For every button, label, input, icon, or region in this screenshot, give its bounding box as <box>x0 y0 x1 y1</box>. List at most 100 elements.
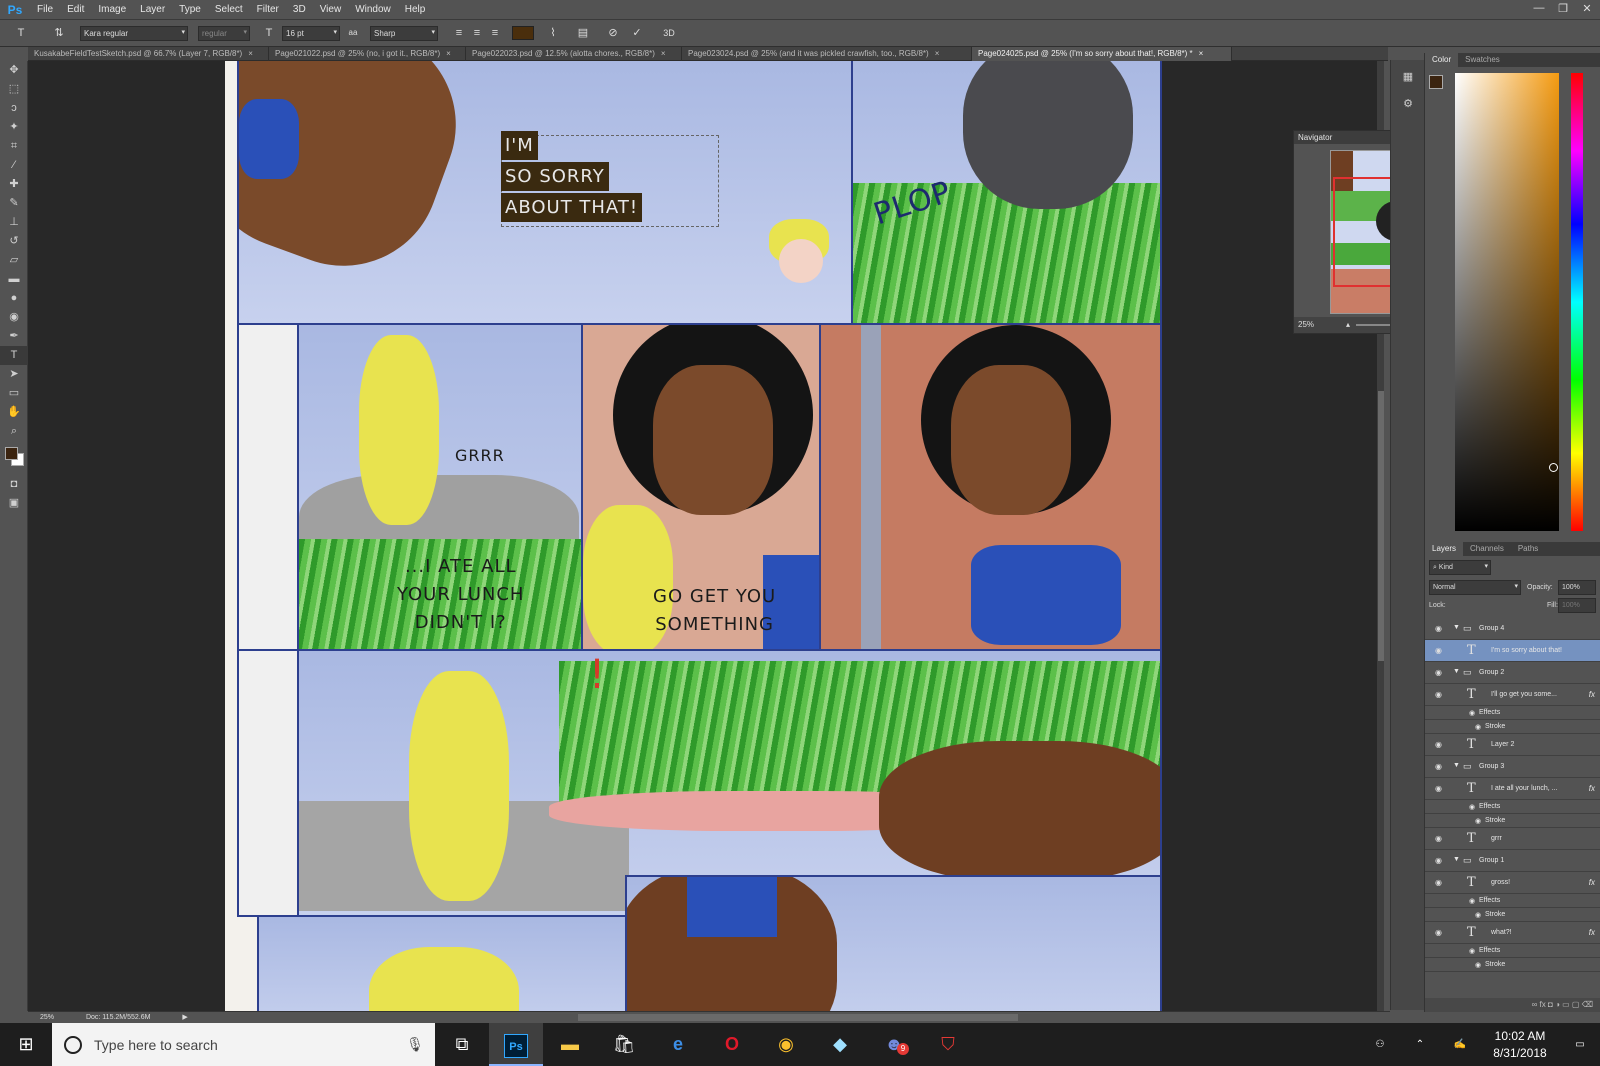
tab-document[interactable]: Page022023.psd @ 12.5% (alotta chores., … <box>466 47 682 61</box>
zoom-out-icon[interactable]: ▴ <box>1346 317 1350 333</box>
eyedropper-icon[interactable]: ⁄ <box>0 156 28 175</box>
opera-icon[interactable]: O <box>705 1023 759 1066</box>
microphone-icon[interactable]: 🎙 <box>395 1036 435 1053</box>
menu-layer[interactable]: Layer <box>133 4 172 15</box>
discord-icon[interactable]: ☻ 9 <box>867 1023 921 1066</box>
warp-text-icon[interactable]: ⌇ <box>546 26 560 40</box>
pen-icon[interactable]: ✒ <box>0 327 28 346</box>
font-size-select[interactable]: 16 pt ▾ <box>282 26 340 41</box>
task-view-icon[interactable]: ⧉ <box>435 1023 489 1066</box>
menu-window[interactable]: Window <box>348 4 398 15</box>
sorry-text[interactable]: I'M SO SORRY ABOUT THAT! <box>501 131 643 224</box>
menu-image[interactable]: Image <box>91 4 133 15</box>
dodge-icon[interactable]: ◉ <box>0 308 28 327</box>
layer-row[interactable]: ◉ T I'll go get you some... fx <box>1425 684 1600 706</box>
menu-filter[interactable]: Filter <box>250 4 286 15</box>
foreground-color-swatch[interactable] <box>1429 75 1443 89</box>
hand-icon[interactable]: ✋ <box>0 403 28 422</box>
layer-filter-select[interactable]: ⌕ Kind ▾ <box>1429 560 1491 575</box>
menu-view[interactable]: View <box>313 4 349 15</box>
healing-icon[interactable]: ✚ <box>0 175 28 194</box>
picker-cursor[interactable] <box>1549 463 1558 472</box>
layer-row[interactable]: ◉ Tgrrr <box>1425 828 1600 850</box>
tab-document[interactable]: Page021022.psd @ 25% (no, i got it., RGB… <box>269 47 466 61</box>
effect-eye-icon[interactable]: ◉ <box>1469 947 1475 955</box>
close-icon[interactable]: × <box>935 49 940 58</box>
fill-input[interactable]: 100% <box>1558 598 1596 613</box>
align-right-icon[interactable]: ≡ <box>488 26 502 40</box>
folder-icon[interactable]: ▭ <box>1562 1000 1572 1009</box>
layer-row[interactable]: ◉ T I ate all your lunch, ... fx <box>1425 778 1600 800</box>
commit-icon[interactable]: ✓ <box>630 26 644 40</box>
notifications-icon[interactable]: ▭ <box>1560 1039 1600 1050</box>
crop-icon[interactable]: ⌗ <box>0 137 28 156</box>
layer-row[interactable]: ◉ T Layer 2 <box>1425 734 1600 756</box>
horizontal-scrollbar[interactable] <box>578 1014 1018 1021</box>
layer-group-row[interactable]: ◉ ▼ ▭ Group 1 <box>1425 850 1600 872</box>
gradient-icon[interactable]: ▬ <box>0 270 28 289</box>
pen-tray-icon[interactable]: ✍ <box>1440 1039 1480 1050</box>
status-arrow-icon[interactable]: ▶ <box>182 1014 187 1021</box>
tab-document[interactable]: KusakabeFieldTestSketch.psd @ 66.7% (Lay… <box>28 47 269 61</box>
close-button[interactable]: ✕ <box>1578 2 1596 15</box>
scroll-thumb[interactable] <box>1378 391 1384 661</box>
menu-file[interactable]: File <box>30 4 60 15</box>
tab-layers[interactable]: Layers <box>1425 542 1464 556</box>
marquee-icon[interactable]: ⬚ <box>0 80 28 99</box>
align-center-icon[interactable]: ≡ <box>470 26 484 40</box>
quick-mask-icon[interactable]: ◘ <box>0 475 28 494</box>
layer-group-row[interactable]: ◉ ▼ ▭ Group 3 <box>1425 756 1600 778</box>
start-button[interactable]: ⊞ <box>0 1023 52 1066</box>
trash-icon[interactable]: ⌫ <box>1582 1000 1593 1009</box>
history-brush-icon[interactable]: ↺ <box>0 232 28 251</box>
visibility-eye-icon[interactable]: ◉ <box>1435 668 1442 677</box>
character-panel-icon[interactable]: ▤ <box>576 26 590 40</box>
edge-icon[interactable]: e <box>651 1023 705 1066</box>
store-icon[interactable]: 🛍 <box>597 1023 651 1066</box>
properties-panel-icon[interactable]: ⚙ <box>1391 95 1425 114</box>
visibility-eye-icon[interactable]: ◉ <box>1435 762 1442 771</box>
fx-icon[interactable]: fx <box>1540 1000 1548 1009</box>
antialias-select[interactable]: Sharp ▾ <box>370 26 438 41</box>
document-canvas[interactable]: I'M SO SORRY ABOUT THAT! PLOP GRRR ...I … <box>225 61 1162 1011</box>
expand-arrow-icon[interactable]: ▼ <box>1453 856 1460 863</box>
search-box[interactable]: Type here to search 🎙 <box>52 1023 435 1066</box>
menu-help[interactable]: Help <box>398 4 433 15</box>
effect-eye-icon[interactable]: ◉ <box>1475 817 1481 825</box>
path-select-icon[interactable]: ➤ <box>0 365 28 384</box>
file-explorer-icon[interactable]: ▬ <box>543 1023 597 1066</box>
text-color-swatch[interactable] <box>512 26 534 40</box>
fx-badge[interactable]: fx <box>1589 784 1595 793</box>
brush-icon[interactable]: ✎ <box>0 194 28 213</box>
visibility-eye-icon[interactable]: ◉ <box>1435 834 1442 843</box>
screen-mode-icon[interactable]: ▣ <box>0 494 28 513</box>
type-icon[interactable]: T <box>0 346 28 365</box>
eraser-icon[interactable]: ▱ <box>0 251 28 270</box>
tab-channels[interactable]: Channels <box>1463 542 1511 556</box>
tab-color[interactable]: Color <box>1425 53 1459 67</box>
shape-icon[interactable]: ▭ <box>0 384 28 403</box>
canvas-area[interactable]: I'M SO SORRY ABOUT THAT! PLOP GRRR ...I … <box>28 61 1384 1011</box>
magic-wand-icon[interactable]: ✦ <box>0 118 28 137</box>
type-tool-icon[interactable]: T <box>14 26 28 40</box>
people-icon[interactable]: ⚇ <box>1360 1039 1400 1050</box>
layer-row[interactable]: ◉ Tgross! fx <box>1425 872 1600 894</box>
visibility-eye-icon[interactable]: ◉ <box>1435 740 1442 749</box>
3d-button[interactable]: 3D <box>660 26 678 40</box>
expand-arrow-icon[interactable]: ▼ <box>1453 624 1460 631</box>
font-family-select[interactable]: Kara regular ▾ <box>80 26 188 41</box>
fx-badge[interactable]: fx <box>1589 690 1595 699</box>
new-layer-icon[interactable]: ▢ <box>1572 1000 1582 1009</box>
effect-eye-icon[interactable]: ◉ <box>1475 911 1481 919</box>
photoshop-icon[interactable]: Ps <box>489 1023 543 1066</box>
layer-effect-row[interactable]: ◉ Effects <box>1425 706 1600 720</box>
navigator-zoom[interactable]: 25% <box>1298 320 1314 329</box>
opacity-input[interactable]: 100% <box>1558 580 1596 595</box>
lasso-icon[interactable]: ↄ <box>0 99 28 118</box>
visibility-eye-icon[interactable]: ◉ <box>1435 784 1442 793</box>
toggle-orientation-icon[interactable]: ⇅ <box>52 26 66 40</box>
visibility-eye-icon[interactable]: ◉ <box>1435 856 1442 865</box>
menu-select[interactable]: Select <box>208 4 250 15</box>
effect-eye-icon[interactable]: ◉ <box>1475 961 1481 969</box>
blend-mode-select[interactable]: Normal ▾ <box>1429 580 1521 595</box>
